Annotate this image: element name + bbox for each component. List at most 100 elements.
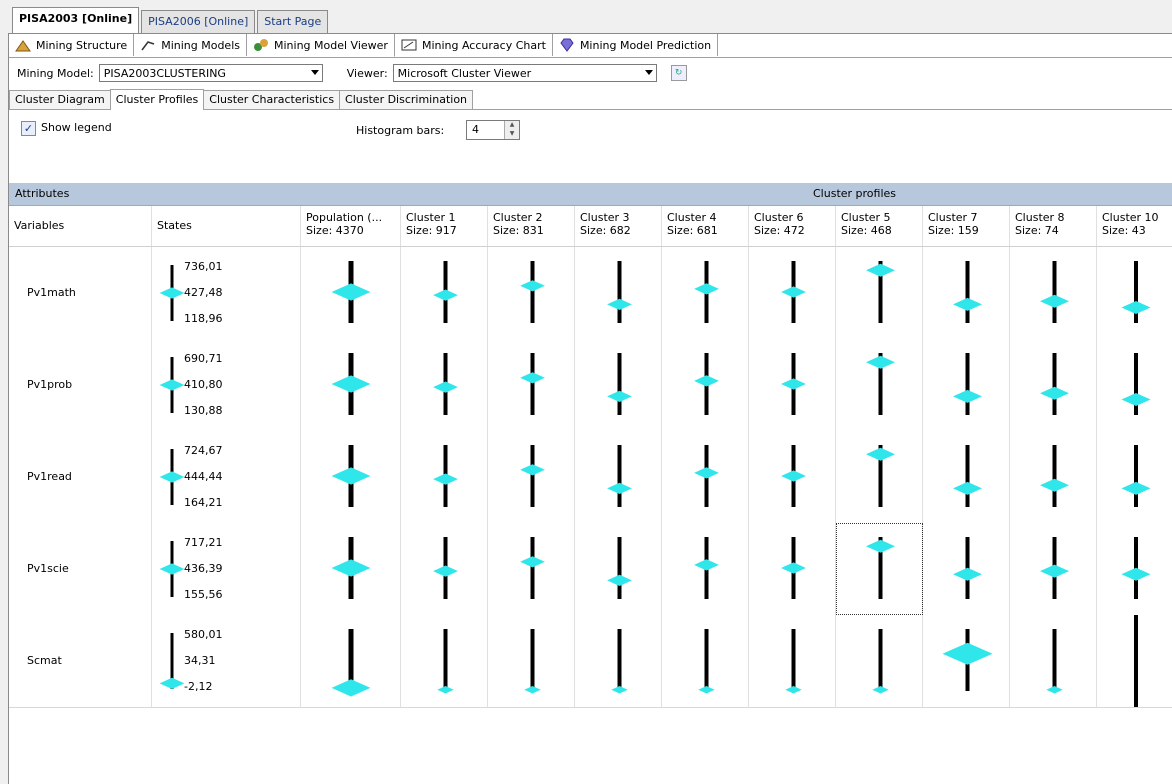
profile-cell[interactable] <box>836 523 923 615</box>
profile-cell[interactable] <box>575 247 662 339</box>
profile-cell[interactable] <box>662 615 749 707</box>
header-cluster-column[interactable]: Cluster 1 Size: 917 <box>401 206 488 246</box>
profile-cell[interactable] <box>662 431 749 523</box>
variable-cell[interactable]: Pv1math <box>9 247 152 339</box>
header-cluster-column[interactable]: Cluster 6 Size: 472 <box>749 206 836 246</box>
states-cell[interactable]: 717,21 436,39 155,56 <box>152 523 301 615</box>
profile-cell[interactable] <box>401 431 488 523</box>
profile-cell[interactable] <box>1010 523 1097 615</box>
profile-cell[interactable] <box>301 339 401 431</box>
range-bar <box>617 629 622 691</box>
cluster-name: Population (... <box>306 211 383 224</box>
states-cell[interactable]: 690,71 410,80 130,88 <box>152 339 301 431</box>
states-cell[interactable]: 736,01 427,48 118,96 <box>152 247 301 339</box>
profile-cell[interactable] <box>401 615 488 707</box>
profile-cell[interactable] <box>1010 431 1097 523</box>
show-legend-checkbox[interactable]: ✓ <box>21 121 36 136</box>
profile-cell[interactable] <box>749 523 836 615</box>
header-cluster-column[interactable]: Cluster 2 Size: 831 <box>488 206 575 246</box>
profile-cell[interactable] <box>749 247 836 339</box>
viewer-select[interactable]: Microsoft Cluster Viewer <box>392 64 657 82</box>
tab-mining-model-viewer[interactable]: Mining Model Viewer <box>247 34 395 57</box>
profile-cell[interactable] <box>1097 615 1172 707</box>
profile-cell[interactable] <box>923 523 1010 615</box>
profile-cell[interactable] <box>301 247 401 339</box>
spin-down-icon[interactable]: ▼ <box>505 130 519 139</box>
profile-cell[interactable] <box>836 431 923 523</box>
profile-cell[interactable] <box>488 615 575 707</box>
tab-cluster-characteristics[interactable]: Cluster Characteristics <box>203 90 341 109</box>
profile-cell[interactable] <box>401 247 488 339</box>
header-cluster-column[interactable]: Population (... Size: 4370 <box>301 206 401 246</box>
mean-diamond <box>942 642 993 665</box>
histogram-bars-stepper[interactable]: 4 ▲ ▼ <box>466 120 520 140</box>
profile-cell[interactable] <box>749 431 836 523</box>
header-cluster-column[interactable]: Cluster 5 Size: 468 <box>836 206 923 246</box>
profile-cell[interactable] <box>488 431 575 523</box>
profile-cell[interactable] <box>575 339 662 431</box>
profile-cell[interactable] <box>662 247 749 339</box>
profile-cell[interactable] <box>923 339 1010 431</box>
header-cluster-column[interactable]: Cluster 3 Size: 682 <box>575 206 662 246</box>
tab-mining-model-prediction[interactable]: Mining Model Prediction <box>553 34 719 56</box>
doc-tab-pisa2003[interactable]: PISA2003 [Online] <box>12 7 140 33</box>
profile-cell[interactable] <box>301 523 401 615</box>
profile-cell[interactable] <box>1010 339 1097 431</box>
tab-cluster-profiles[interactable]: Cluster Profiles <box>109 89 205 110</box>
mining-model-select[interactable]: PISA2003CLUSTERING <box>98 64 323 82</box>
header-cluster-column[interactable]: Cluster 8 Size: 74 <box>1010 206 1097 246</box>
profile-cell[interactable] <box>1097 247 1172 339</box>
profile-cell[interactable] <box>488 339 575 431</box>
states-cell[interactable]: 580,01 34,31 -2,12 <box>152 615 301 707</box>
header-states[interactable]: States <box>152 206 301 246</box>
tab-cluster-discrimination[interactable]: Cluster Discrimination <box>339 90 474 109</box>
range-bar <box>530 261 535 323</box>
profile-cell[interactable] <box>301 615 401 707</box>
header-cluster-column[interactable]: Cluster 10 Size: 43 <box>1097 206 1172 246</box>
profile-cell[interactable] <box>923 431 1010 523</box>
profile-cell[interactable] <box>575 431 662 523</box>
profile-cell[interactable] <box>836 247 923 339</box>
mean-diamond <box>159 471 185 483</box>
mean-diamond <box>331 679 371 697</box>
profile-cell[interactable] <box>1010 615 1097 707</box>
profile-cell[interactable] <box>1097 339 1172 431</box>
profile-cell[interactable] <box>575 523 662 615</box>
profile-cell[interactable] <box>301 431 401 523</box>
states-cell[interactable]: 724,67 444,44 164,21 <box>152 431 301 523</box>
profile-cell[interactable] <box>923 615 1010 707</box>
profile-cell[interactable] <box>836 615 923 707</box>
profile-cell[interactable] <box>401 523 488 615</box>
profile-cell[interactable] <box>575 615 662 707</box>
range-bar <box>617 353 622 415</box>
profile-cell[interactable] <box>1097 523 1172 615</box>
profile-cell[interactable] <box>401 339 488 431</box>
profile-cell[interactable] <box>836 339 923 431</box>
variable-cell[interactable]: Pv1prob <box>9 339 152 431</box>
doc-tab-pisa2006[interactable]: PISA2006 [Online] <box>141 10 256 33</box>
tab-mining-structure[interactable]: Mining Structure <box>9 34 135 56</box>
variable-cell[interactable]: Scmat <box>9 615 152 707</box>
header-cluster-column[interactable]: Cluster 7 Size: 159 <box>923 206 1010 246</box>
profile-cell[interactable] <box>749 615 836 707</box>
variable-cell[interactable]: Pv1scie <box>9 523 152 615</box>
spin-up-icon[interactable]: ▲ <box>505 121 519 130</box>
header-cluster-column[interactable]: Cluster 4 Size: 681 <box>662 206 749 246</box>
tab-cluster-diagram[interactable]: Cluster Diagram <box>9 90 111 109</box>
tab-mining-accuracy-chart[interactable]: Mining Accuracy Chart <box>395 34 553 56</box>
profile-cell[interactable] <box>662 339 749 431</box>
profile-cell[interactable] <box>662 523 749 615</box>
profile-cell[interactable] <box>1097 431 1172 523</box>
doc-tab-start-page[interactable]: Start Page <box>257 10 329 33</box>
profile-cell[interactable] <box>1010 247 1097 339</box>
variable-cell[interactable]: Pv1read <box>9 431 152 523</box>
cluster-size: Size: 4370 <box>306 224 364 237</box>
profile-cell[interactable] <box>488 523 575 615</box>
profile-cell[interactable] <box>749 339 836 431</box>
profile-cell[interactable] <box>923 247 1010 339</box>
tab-mining-models[interactable]: Mining Models <box>134 34 247 56</box>
header-variables[interactable]: Variables <box>9 206 152 246</box>
state-values: 690,71 410,80 130,88 <box>184 346 223 424</box>
profile-cell[interactable] <box>488 247 575 339</box>
refresh-icon[interactable]: ↻ <box>670 65 687 81</box>
